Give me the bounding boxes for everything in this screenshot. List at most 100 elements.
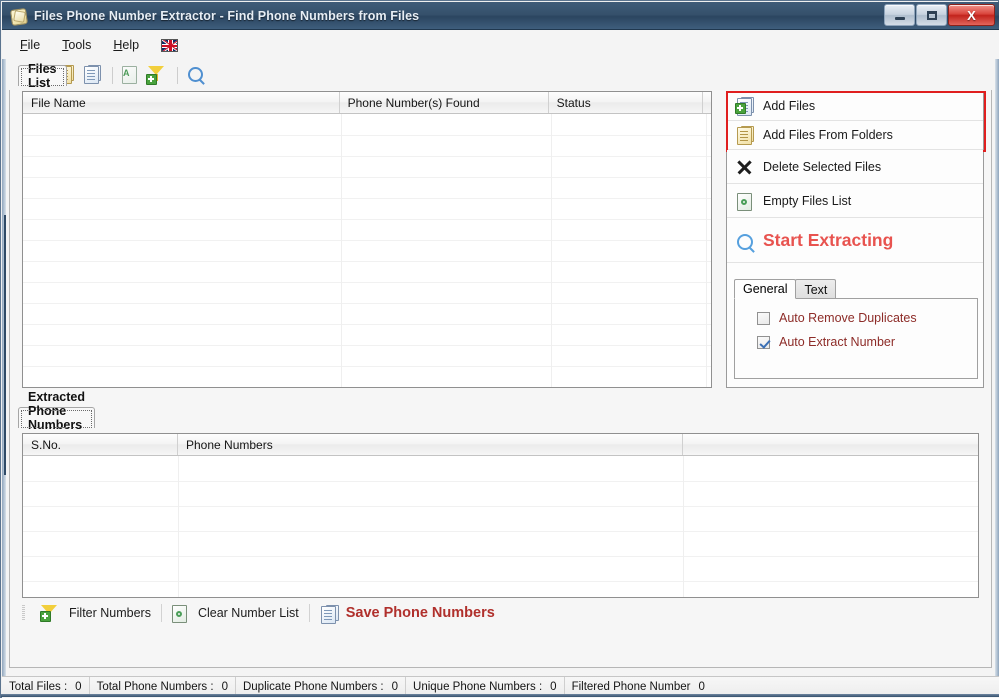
status-bar: Total Files : 0 Total Phone Numbers : 0 … (2, 676, 999, 697)
grid-row-separator (23, 506, 978, 507)
maximize-icon (926, 10, 937, 20)
grid-row-separator (23, 531, 978, 532)
extracted-grid[interactable]: S.No. Phone Numbers (22, 433, 979, 598)
status-unique-phone-numbers-value: 0 (550, 680, 557, 693)
tab-files-list[interactable]: Files List (18, 62, 67, 90)
application-window: Files Phone Number Extractor - Find Phon… (0, 0, 999, 698)
bottom-toolbar: Filter Numbers Clear Number List Save Ph… (22, 600, 972, 626)
close-button[interactable]: X (948, 4, 995, 26)
files-grid-body[interactable] (23, 114, 711, 388)
extracted-grid-header: S.No. Phone Numbers (23, 434, 978, 456)
files-col-status[interactable]: Status (548, 92, 703, 113)
menu-bar: File Tools Help (10, 31, 991, 59)
status-filtered-phone-number-value: 0 (698, 680, 705, 693)
empty-list-icon (171, 604, 188, 623)
files-grid-header: File Name Phone Number(s) Found Status (23, 92, 711, 114)
auto-extract-number-label: Auto Extract Number (779, 335, 896, 349)
grid-row-separator (23, 198, 711, 199)
tab-general[interactable]: General (734, 279, 797, 299)
files-grid[interactable]: File Name Phone Number(s) Found Status (22, 91, 712, 388)
grid-row-separator (23, 581, 978, 582)
add-files-from-folders-label: Add Files From Folders (763, 128, 893, 142)
filter-numbers-button[interactable]: Filter Numbers (31, 604, 161, 622)
tab-general-label: General (743, 282, 788, 296)
pages-icon (9, 7, 29, 26)
status-unique-phone-numbers-label: Unique Phone Numbers : (413, 680, 543, 693)
window-controls: X (883, 4, 995, 26)
grid-column-separator (551, 114, 552, 387)
empty-list-icon (735, 192, 753, 211)
bottom-toolbar-grip (22, 605, 25, 621)
grid-row-separator (23, 481, 978, 482)
files-col-file-name[interactable]: File Name (23, 92, 340, 113)
window-frame: Files Phone Number Extractor - Find Phon… (0, 0, 999, 698)
empty-files-list-button[interactable]: Empty Files List (727, 184, 983, 218)
auto-remove-duplicates-checkbox[interactable] (757, 311, 770, 325)
funnel-add-icon (40, 604, 59, 622)
auto-remove-duplicates-row[interactable]: Auto Remove Duplicates (757, 311, 977, 325)
add-files-from-folders-button[interactable]: Add Files From Folders (727, 121, 983, 150)
options-body: Auto Remove Duplicates Auto Extract Numb… (734, 298, 978, 379)
grid-row-separator (23, 156, 711, 157)
delete-selected-files-button[interactable]: Delete Selected Files (727, 150, 983, 184)
maximize-button[interactable] (916, 4, 947, 26)
grid-row-separator (23, 345, 711, 346)
title-bar: Files Phone Number Extractor - Find Phon… (2, 2, 999, 30)
menu-help[interactable]: Help (103, 34, 149, 56)
extracted-col-spacer[interactable] (683, 434, 978, 455)
tab-extracted-phone-numbers-list[interactable]: Extracted Phone Numbers List (18, 390, 95, 446)
files-list-panel: Files List File Name Phone Number(s) Fou… (18, 62, 986, 395)
status-total-files-label: Total Files : (9, 680, 68, 693)
menu-tools-label: ools (68, 38, 92, 52)
clear-number-list-label: Clear Number List (197, 606, 299, 620)
auto-extract-number-checkbox[interactable] (757, 335, 770, 349)
grid-column-separator (683, 456, 684, 597)
grid-row-separator (23, 219, 711, 220)
extracted-col-sno[interactable]: S.No. (23, 434, 178, 455)
extracted-numbers-panel: Extracted Phone Numbers List S.No. Phone… (18, 390, 984, 605)
grid-row-separator (23, 556, 978, 557)
toolbar-separator-2 (177, 66, 178, 84)
grid-column-separator (706, 114, 707, 387)
options-tabstrip: General Text (734, 279, 837, 299)
files-col-spacer[interactable] (703, 92, 711, 113)
x-cross-icon (735, 158, 753, 176)
add-files-button[interactable]: Add Files (727, 92, 983, 121)
menu-tools[interactable]: Tools (52, 34, 101, 56)
tab-text-label: Text (804, 282, 828, 297)
menu-help-label: elp (122, 38, 140, 52)
menu-file[interactable]: File (10, 34, 50, 56)
extracted-grid-body[interactable] (23, 456, 978, 597)
files-col-phone-found[interactable]: Phone Number(s) Found (339, 92, 549, 113)
union-jack-flag-icon[interactable] (161, 38, 179, 52)
status-total-phone-numbers-label: Total Phone Numbers : (96, 680, 214, 693)
auto-remove-duplicates-label: Auto Remove Duplicates (779, 311, 917, 325)
menu-file-label: ile (27, 38, 41, 52)
folder-document-icon (735, 126, 754, 145)
magnifier-icon (735, 231, 753, 250)
document-add-icon (735, 97, 754, 116)
grid-row-separator (23, 387, 711, 388)
start-extracting-button[interactable]: Start Extracting (727, 218, 983, 263)
auto-extract-number-row[interactable]: Auto Extract Number (757, 335, 977, 349)
grid-row-separator (23, 366, 711, 367)
bottom-window-edge (1, 694, 999, 697)
grid-row-separator (23, 282, 711, 283)
clear-number-list-button[interactable]: Clear Number List (162, 604, 309, 623)
grid-row-separator (23, 135, 711, 136)
minimize-button[interactable] (884, 4, 915, 26)
empty-files-list-label: Empty Files List (763, 193, 852, 208)
status-duplicate-phone-numbers-value: 0 (391, 680, 399, 693)
delete-selected-files-label: Delete Selected Files (763, 159, 882, 174)
client-area: File Tools Help A Files List File Name P… (2, 30, 999, 698)
filter-numbers-label: Filter Numbers (69, 606, 151, 620)
grid-row-separator (23, 324, 711, 325)
tab-text[interactable]: Text (795, 279, 837, 299)
minimize-icon (894, 16, 905, 20)
grid-row-separator (23, 303, 711, 304)
save-phone-numbers-button[interactable]: Save Phone Numbers (310, 604, 505, 624)
status-filtered-phone-number-label: Filtered Phone Number (571, 680, 691, 693)
options-panel: General Text Auto Remove Duplicates Auto… (734, 279, 978, 379)
extracted-col-phone-numbers[interactable]: Phone Numbers (178, 434, 683, 455)
grid-row-separator (23, 240, 711, 241)
